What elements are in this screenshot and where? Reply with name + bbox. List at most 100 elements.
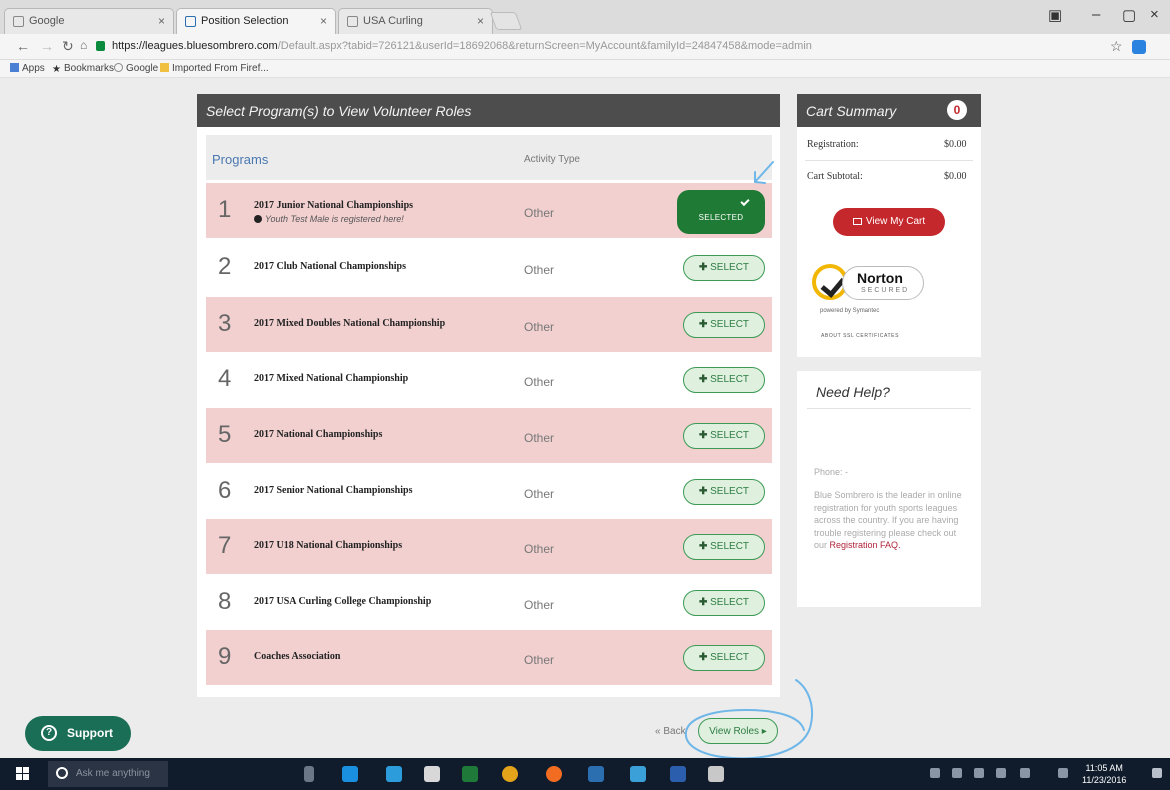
cart-icon (852, 218, 862, 225)
table-row: 6 2017 Senior National Championships Oth… (206, 464, 772, 519)
plus-icon: ✚ (698, 597, 711, 608)
row-number: 2 (218, 253, 232, 280)
view-cart-button[interactable]: View My Cart (833, 208, 945, 236)
back-link[interactable]: « Back (655, 726, 686, 737)
plus-icon: ✚ (698, 652, 711, 663)
outlook-icon[interactable] (588, 766, 604, 782)
battery-icon[interactable] (996, 768, 1006, 778)
view-roles-button[interactable]: View Roles ▸ (698, 718, 778, 744)
profile-icon[interactable]: ▣ (1048, 6, 1062, 24)
chrome-icon[interactable] (502, 766, 518, 782)
tab-usa-curling[interactable]: USA Curling × (338, 8, 493, 34)
table-row: 5 2017 National Championships Other ✚ SE… (206, 408, 772, 463)
divider (807, 408, 971, 409)
row-number: 5 (218, 421, 232, 448)
star-icon[interactable]: ☆ (1110, 38, 1123, 55)
close-icon[interactable]: × (320, 14, 327, 28)
row-number: 7 (218, 532, 232, 559)
plus-icon: ✚ (698, 374, 711, 385)
select-button[interactable]: ✚ SELECT (683, 423, 765, 449)
home-icon[interactable]: ⌂ (80, 38, 87, 52)
plus-icon: ✚ (698, 319, 711, 330)
registration-label: Registration: (807, 139, 859, 150)
plus-icon: ✚ (698, 262, 711, 273)
select-button[interactable]: ✚ SELECT (683, 367, 765, 393)
select-button[interactable]: ✚ SELECT (683, 590, 765, 616)
registration-faq-link[interactable]: Registration FAQ. (830, 540, 901, 550)
row-number: 1 (218, 196, 232, 223)
page-icon (347, 16, 358, 27)
cortana-icon (56, 767, 68, 779)
table-row: 8 2017 USA Curling College Championship … (206, 575, 772, 630)
program-name: 2017 Senior National Championships (254, 485, 413, 496)
volume-icon[interactable] (974, 768, 984, 778)
plus-icon: ✚ (698, 541, 711, 552)
extension-icon[interactable] (1132, 40, 1146, 54)
bookmark-imported[interactable]: Imported From Firef... (160, 63, 269, 74)
bookmark-google[interactable]: Google (114, 63, 158, 74)
browser-toolbar: ← → ↻ ⌂ https://leagues.bluesombrero.com… (0, 34, 1170, 60)
activity-type: Other (524, 487, 555, 501)
bookmark-bookmarks[interactable]: ★ Bookmarks (52, 63, 114, 75)
skype-icon[interactable] (630, 766, 646, 782)
tab-google[interactable]: Google × (4, 8, 174, 34)
selected-button[interactable]: SELECTED (677, 190, 765, 234)
row-number: 4 (218, 365, 232, 392)
clock-time: 11:05 AM (1085, 763, 1123, 773)
row-number: 3 (218, 310, 232, 337)
taskbar-clock[interactable]: 11:05 AM 11/23/2016 (1082, 762, 1126, 786)
back-arrow-icon[interactable]: ← (16, 38, 30, 54)
bookmark-apps[interactable]: Apps (10, 63, 45, 74)
word-icon[interactable] (670, 766, 686, 782)
tab-label: USA Curling (363, 15, 423, 27)
support-button[interactable]: ? Support (25, 716, 131, 751)
tab-position-selection[interactable]: Position Selection × (176, 8, 336, 34)
url-host: https://leagues.bluesombrero.com (112, 40, 278, 52)
tray-chevron-icon[interactable] (930, 768, 940, 778)
norton-secured-badge[interactable]: Norton SECURED powered by Symantec (812, 256, 924, 314)
forward-arrow-icon[interactable]: → (40, 38, 54, 54)
plus-icon: ✚ (698, 486, 711, 497)
pen-icon[interactable] (1020, 768, 1030, 778)
excel-icon[interactable] (462, 766, 478, 782)
minimize-icon[interactable]: – (1092, 6, 1100, 23)
keyboard-icon[interactable] (1058, 768, 1068, 778)
close-icon[interactable]: × (477, 14, 484, 28)
table-row: 3 2017 Mixed Doubles National Championsh… (206, 297, 772, 352)
mic-icon[interactable] (304, 766, 314, 782)
network-icon[interactable] (952, 768, 962, 778)
new-tab-button[interactable] (489, 12, 523, 30)
paint-icon[interactable] (708, 766, 724, 782)
folder-icon (160, 63, 169, 72)
select-button[interactable]: ✚ SELECT (683, 255, 765, 281)
firefox-icon[interactable] (546, 766, 562, 782)
select-button[interactable]: ✚ SELECT (683, 645, 765, 671)
program-name: 2017 Junior National Championships (254, 200, 414, 211)
bookmarks-bar: Apps ★ Bookmarks Google Imported From Fir… (0, 60, 1170, 78)
select-button[interactable]: ✚ SELECT (683, 534, 765, 560)
close-window-icon[interactable]: × (1150, 6, 1159, 23)
mail-icon[interactable] (386, 766, 402, 782)
activity-type: Other (524, 263, 555, 277)
reload-icon[interactable]: ↻ (62, 38, 74, 55)
maximize-icon[interactable]: ▢ (1122, 6, 1136, 24)
activity-type: Other (524, 431, 555, 445)
norton-name: Norton (857, 270, 903, 286)
table-row: 7 2017 U18 National Championships Other … (206, 519, 772, 574)
check-icon (740, 196, 750, 207)
edge-icon[interactable] (342, 766, 358, 782)
close-icon[interactable]: × (158, 14, 165, 28)
program-name: 2017 Club National Championships (254, 261, 406, 272)
row-number: 8 (218, 588, 232, 615)
taskbar-search-input[interactable]: Ask me anything (48, 761, 168, 787)
notifications-icon[interactable] (1152, 768, 1162, 778)
select-button[interactable]: ✚ SELECT (683, 479, 765, 505)
about-ssl-link[interactable]: ABOUT SSL CERTIFICATES (821, 333, 899, 339)
browser-tabstrip: Google × Position Selection × USA Curlin… (0, 0, 1170, 34)
help-circle-icon: ? (41, 725, 57, 741)
select-button[interactable]: ✚ SELECT (683, 312, 765, 338)
address-bar[interactable]: https://leagues.bluesombrero.com/Default… (92, 37, 1092, 57)
windows-start-icon[interactable] (16, 767, 30, 781)
store-icon[interactable] (424, 766, 440, 782)
activity-type: Other (524, 320, 555, 334)
